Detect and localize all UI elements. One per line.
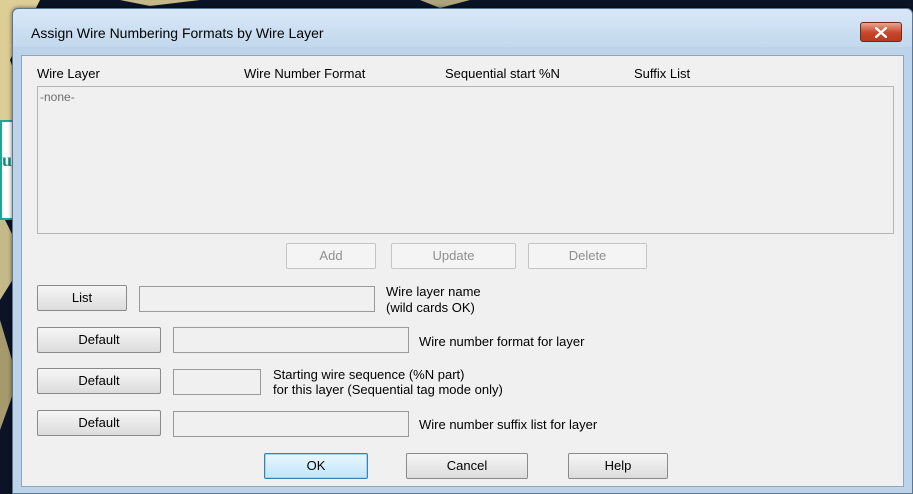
title-bar[interactable]: Assign Wire Numbering Formats by Wire La… (13, 9, 912, 47)
column-header-sequential-start: Sequential start %N (445, 66, 560, 81)
column-header-suffix-list: Suffix List (634, 66, 691, 81)
default-sequence-button[interactable]: Default (37, 368, 161, 394)
wire-layer-name-label: Wire layer name (386, 284, 481, 299)
close-button[interactable] (860, 22, 902, 42)
wire-number-format-input[interactable] (173, 327, 409, 353)
list-button[interactable]: List (37, 285, 127, 311)
dialog-window: Assign Wire Numbering Formats by Wire La… (12, 8, 913, 494)
add-button[interactable]: Add (286, 243, 376, 269)
starting-sequence-input[interactable] (173, 369, 261, 395)
wire-layer-name-hint: (wild cards OK) (386, 300, 475, 315)
default-suffix-button[interactable]: Default (37, 410, 161, 436)
wire-number-format-label: Wire number format for layer (419, 334, 585, 349)
starting-sequence-label: Starting wire sequence (%N part) (273, 367, 465, 382)
column-header-wire-layer: Wire Layer (37, 66, 100, 81)
suffix-list-label: Wire number suffix list for layer (419, 417, 598, 432)
ok-button[interactable]: OK (264, 453, 368, 479)
suffix-list-input[interactable] (173, 411, 409, 437)
starting-sequence-hint: for this layer (Sequential tag mode only… (273, 382, 503, 397)
wire-layer-name-input[interactable] (139, 286, 375, 312)
wire-layer-list[interactable]: -none- (37, 86, 894, 234)
close-icon (875, 27, 887, 38)
list-item[interactable]: -none- (40, 90, 75, 104)
cancel-button[interactable]: Cancel (406, 453, 528, 479)
dialog-client-area: Wire Layer Wire Number Format Sequential… (21, 55, 904, 487)
help-button[interactable]: Help (568, 453, 668, 479)
default-format-button[interactable]: Default (37, 327, 161, 353)
delete-button[interactable]: Delete (528, 243, 647, 269)
update-button[interactable]: Update (391, 243, 516, 269)
dialog-title: Assign Wire Numbering Formats by Wire La… (31, 25, 324, 41)
column-header-wire-number-format: Wire Number Format (244, 66, 366, 81)
